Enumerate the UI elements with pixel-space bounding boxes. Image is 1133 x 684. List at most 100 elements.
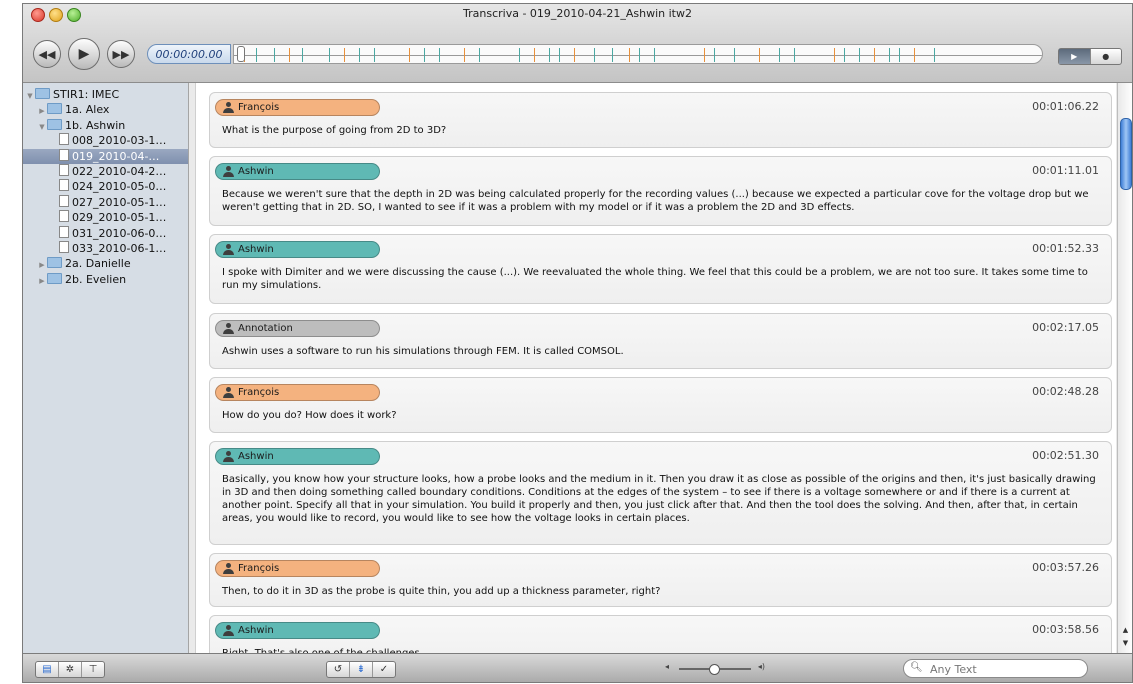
loop-icon[interactable]: ↺ bbox=[327, 662, 349, 677]
fast-forward-button[interactable]: ▶▶ bbox=[107, 40, 135, 68]
timeline-marker bbox=[612, 48, 613, 62]
timecode-field[interactable]: 00:00:00.00 bbox=[147, 44, 231, 64]
entry-timestamp[interactable]: 00:01:11.01 bbox=[1032, 164, 1099, 177]
sidebar-item[interactable]: 029_2010-05-1… bbox=[23, 210, 188, 225]
document-icon[interactable]: ▤ bbox=[36, 662, 58, 677]
speaker-tag[interactable]: Annotation bbox=[215, 320, 380, 337]
entry-timestamp[interactable]: 00:02:48.28 bbox=[1032, 385, 1099, 398]
entry-timestamp[interactable]: 00:02:17.05 bbox=[1032, 321, 1099, 334]
split-view-divider[interactable] bbox=[189, 83, 196, 653]
transcript-entry[interactable]: Ashwin 00:01:11.01 Because we weren't sure… bbox=[209, 156, 1112, 226]
sidebar-item[interactable]: 027_2010-05-1… bbox=[23, 194, 188, 210]
rewind-icon: ◀◀ bbox=[38, 47, 56, 61]
entry-text[interactable]: How do you do? How does it work? bbox=[222, 409, 1097, 422]
rewind-button[interactable]: ◀◀ bbox=[33, 40, 61, 68]
transcript-entry[interactable]: François 00:02:48.28 How do you do? How do… bbox=[209, 377, 1112, 433]
gear-icon[interactable]: ✲ bbox=[58, 662, 81, 677]
volume-slider[interactable]: ◂ ◂) bbox=[665, 662, 765, 675]
timeline-marker bbox=[359, 48, 360, 62]
person-icon bbox=[223, 625, 234, 636]
presentation-icon[interactable]: ⊤ bbox=[81, 662, 104, 677]
play-button[interactable]: ▶ bbox=[68, 38, 100, 70]
timeline-marker bbox=[714, 48, 715, 62]
sidebar-item[interactable]: ▼ STIR1: IMEC bbox=[23, 87, 188, 102]
speaker-name: François bbox=[238, 563, 280, 574]
transcript-entry[interactable]: Ashwin 00:02:51.30 Basically, you know how… bbox=[209, 441, 1112, 545]
checkmark-icon[interactable]: ✓ bbox=[372, 662, 395, 677]
sidebar-item[interactable]: 031_2010-06-0… bbox=[23, 225, 188, 241]
timeline-marker bbox=[274, 48, 275, 62]
speaker-tag[interactable]: Ashwin bbox=[215, 241, 380, 258]
sidebar-item[interactable]: 033_2010-06-1… bbox=[23, 241, 188, 256]
document-icon bbox=[59, 164, 69, 176]
sidebar-item[interactable]: 019_2010-04-… bbox=[23, 148, 188, 164]
timeline-marker bbox=[256, 48, 257, 62]
sidebar-item[interactable]: ▶ 2b. Evelien bbox=[23, 272, 188, 287]
window-title: Transcriva - 019_2010-04-21_Ashwin itw2 bbox=[463, 7, 692, 20]
timeline-marker bbox=[834, 48, 835, 62]
align-icon[interactable]: ⇟ bbox=[349, 662, 372, 677]
entry-text[interactable]: Basically, you know how your structure l… bbox=[222, 473, 1097, 525]
speaker-tag[interactable]: François bbox=[215, 560, 380, 577]
transcript-entry[interactable]: François 00:01:06.22 What is the purpose o… bbox=[209, 92, 1112, 148]
disclosure-closed-icon[interactable]: ▶ bbox=[37, 274, 47, 289]
entry-text[interactable]: What is the purpose of going from 2D to … bbox=[222, 124, 1097, 137]
entry-timestamp[interactable]: 00:03:58.56 bbox=[1032, 623, 1099, 636]
timeline-marker bbox=[574, 48, 575, 62]
person-icon bbox=[223, 244, 234, 255]
transcript-entry[interactable]: Ashwin 00:01:52.33 I spoke with Dimiter an… bbox=[209, 234, 1112, 304]
search-field[interactable]: 🔍︎ Any Text bbox=[903, 659, 1088, 678]
sidebar-item[interactable]: 024_2010-05-0… bbox=[23, 179, 188, 194]
project-tree: ▼ STIR1: IMEC ▶ 1a. Alex ▼ 1b. Ashwin 008_2010… bbox=[23, 83, 189, 653]
sidebar-item[interactable]: ▶ 1a. Alex bbox=[23, 102, 188, 117]
person-icon bbox=[223, 102, 234, 113]
timeline-marker bbox=[302, 48, 303, 62]
timeline-marker bbox=[424, 48, 425, 62]
entry-timestamp[interactable]: 00:02:51.30 bbox=[1032, 449, 1099, 462]
entry-text[interactable]: Ashwin uses a software to run his simula… bbox=[222, 345, 1097, 358]
timeline-marker bbox=[374, 48, 375, 62]
scrollbar-thumb[interactable] bbox=[1120, 118, 1132, 190]
speaker-tag[interactable]: Ashwin bbox=[215, 448, 380, 465]
entry-timestamp[interactable]: 00:01:06.22 bbox=[1032, 100, 1099, 113]
sidebar-item[interactable]: ▶ 2a. Danielle bbox=[23, 256, 188, 271]
bottom-bar: ▤ ✲ ⊤ ↺ ⇟ ✓ ◂ ◂) 🔍︎ Any Text bbox=[23, 653, 1132, 682]
transcript-scrollbar[interactable]: ▲ ▼ bbox=[1117, 83, 1132, 653]
sidebar-item-label: 022_2010-04-2… bbox=[72, 165, 167, 178]
timeline-marker bbox=[534, 48, 535, 62]
entry-timestamp[interactable]: 00:01:52.33 bbox=[1032, 242, 1099, 255]
speaker-tag[interactable]: Ashwin bbox=[215, 622, 380, 639]
transcript-entry[interactable]: Ashwin00:03:58.56Right. That's also one … bbox=[209, 615, 1112, 653]
speaker-tag[interactable]: Ashwin bbox=[215, 163, 380, 180]
speaker-tag[interactable]: François bbox=[215, 99, 380, 116]
timeline-marker bbox=[629, 48, 630, 62]
document-icon bbox=[59, 179, 69, 192]
folder-icon bbox=[47, 257, 62, 269]
sidebar-item[interactable]: 008_2010-03-1… bbox=[23, 133, 188, 148]
sidebar-item[interactable]: 022_2010-04-2… bbox=[23, 164, 188, 179]
entry-text[interactable]: Because we weren't sure that the depth i… bbox=[222, 188, 1097, 214]
speaker-name: Ashwin bbox=[238, 166, 274, 177]
timeline-marker bbox=[779, 48, 780, 62]
entry-text[interactable]: Then, to do it in 3D as the probe is qui… bbox=[222, 585, 1097, 598]
transcript-entry[interactable]: François 00:03:57.26 Then, to do it in 3D … bbox=[209, 553, 1112, 607]
timeline-scrubber[interactable] bbox=[237, 46, 245, 62]
entry-text[interactable]: I spoke with Dimiter and we were discuss… bbox=[222, 266, 1097, 292]
scroll-up-arrow[interactable]: ▲ bbox=[1118, 625, 1132, 636]
timeline-track[interactable] bbox=[233, 44, 1043, 64]
person-icon bbox=[223, 387, 234, 398]
speaker-tag[interactable]: François bbox=[215, 384, 380, 401]
entry-timestamp[interactable]: 00:03:57.26 bbox=[1032, 561, 1099, 574]
record-mode-button[interactable]: ● bbox=[1089, 49, 1122, 64]
sidebar-item[interactable]: ▼ 1b. Ashwin bbox=[23, 118, 188, 133]
person-icon bbox=[223, 451, 234, 462]
volume-knob[interactable] bbox=[709, 664, 720, 675]
play-mode-button[interactable]: ▶ bbox=[1059, 49, 1090, 64]
scroll-down-arrow[interactable]: ▼ bbox=[1118, 638, 1132, 649]
transcript-tools-segment[interactable]: ↺ ⇟ ✓ bbox=[326, 661, 396, 678]
mode-switch[interactable]: ▶ ● bbox=[1058, 48, 1122, 65]
transcript-entry[interactable]: Annotation 00:02:17.05 Ashwin uses a softw… bbox=[209, 313, 1112, 369]
timeline-marker bbox=[479, 48, 480, 62]
view-segment[interactable]: ▤ ✲ ⊤ bbox=[35, 661, 105, 678]
sidebar-item-label: 1a. Alex bbox=[65, 103, 110, 117]
